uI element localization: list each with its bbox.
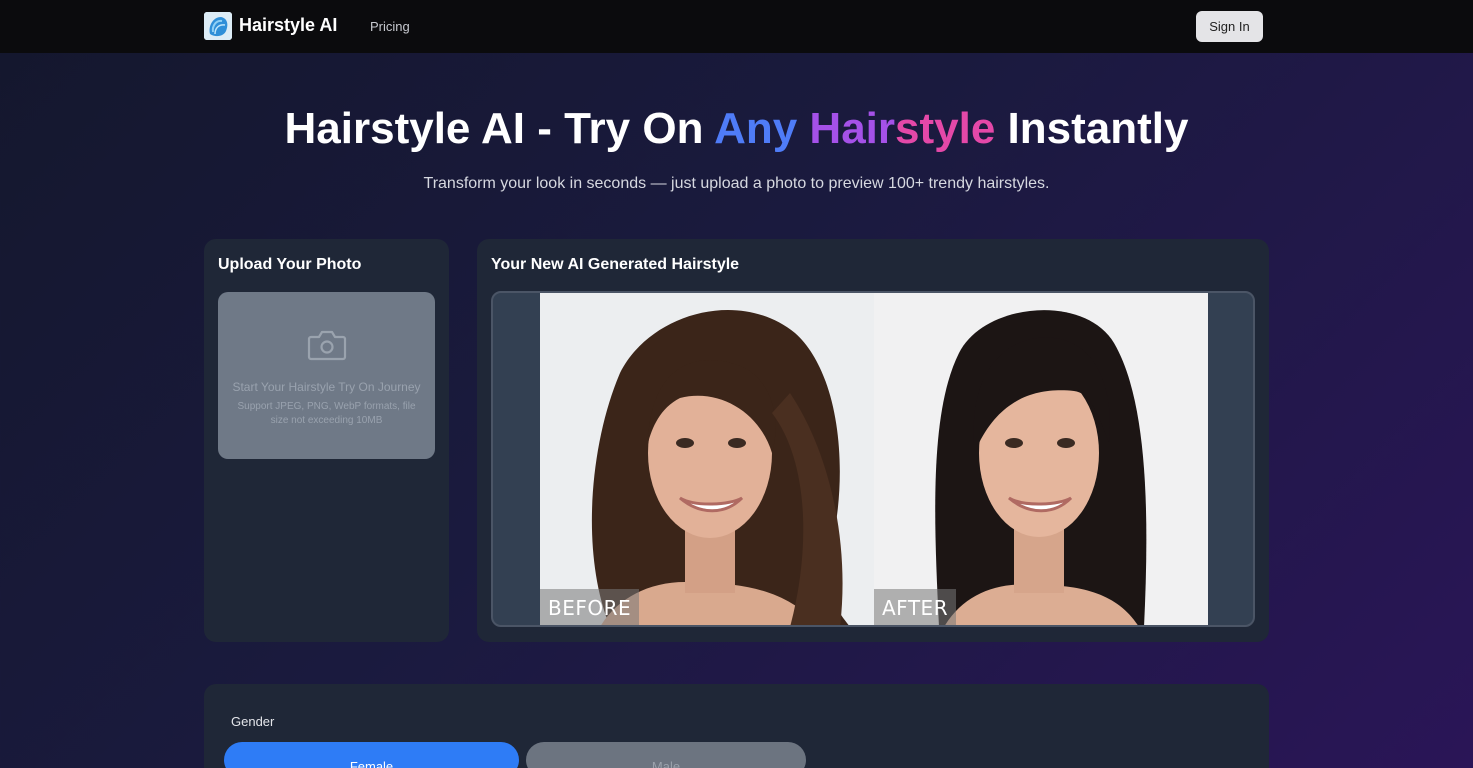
page-subtitle: Transform your look in seconds — just up…	[423, 175, 1050, 192]
title-highlight-hair: Hair	[797, 104, 896, 153]
gender-male-button[interactable]: Male	[526, 742, 806, 768]
after-label: AFTER	[874, 589, 957, 625]
result-card-title: Your New AI Generated Hairstyle	[491, 256, 740, 273]
title-suffix: Instantly	[995, 104, 1189, 153]
result-card: Your New AI Generated Hairstyle BEFORE A…	[477, 239, 1269, 642]
gender-female-button[interactable]: Female	[224, 742, 519, 768]
photo-dropzone[interactable]: Start Your Hairstyle Try On Journey Supp…	[218, 292, 435, 459]
before-label: BEFORE	[540, 589, 640, 625]
dropzone-title: Start Your Hairstyle Try On Journey	[232, 380, 421, 394]
before-photo: BEFORE	[540, 293, 874, 625]
brand-logo-icon[interactable]	[204, 12, 232, 40]
before-after-preview: BEFORE AFTER	[491, 291, 1255, 627]
after-photo: AFTER	[874, 293, 1208, 625]
top-nav-bar: Hairstyle AI Pricing Sign In	[0, 0, 1473, 53]
title-highlight-any: Any	[714, 104, 798, 153]
camera-icon	[307, 328, 347, 362]
upload-card: Upload Your Photo Start Your Hairstyle T…	[204, 239, 449, 642]
page-title: Hairstyle AI - Try On Any Hairstyle Inst…	[0, 104, 1473, 154]
title-highlight-style: style	[895, 104, 996, 153]
dropzone-hint: Support JPEG, PNG, WebP formats, file si…	[237, 401, 416, 426]
options-panel: Gender Female Male	[204, 684, 1269, 768]
brand-name[interactable]: Hairstyle AI	[239, 15, 337, 36]
sign-in-button[interactable]: Sign In	[1196, 11, 1263, 42]
nav-link-pricing[interactable]: Pricing	[370, 19, 410, 34]
title-prefix: Hairstyle AI - Try On	[284, 104, 715, 153]
gender-label: Gender	[231, 714, 275, 729]
upload-card-title: Upload Your Photo	[218, 256, 362, 273]
